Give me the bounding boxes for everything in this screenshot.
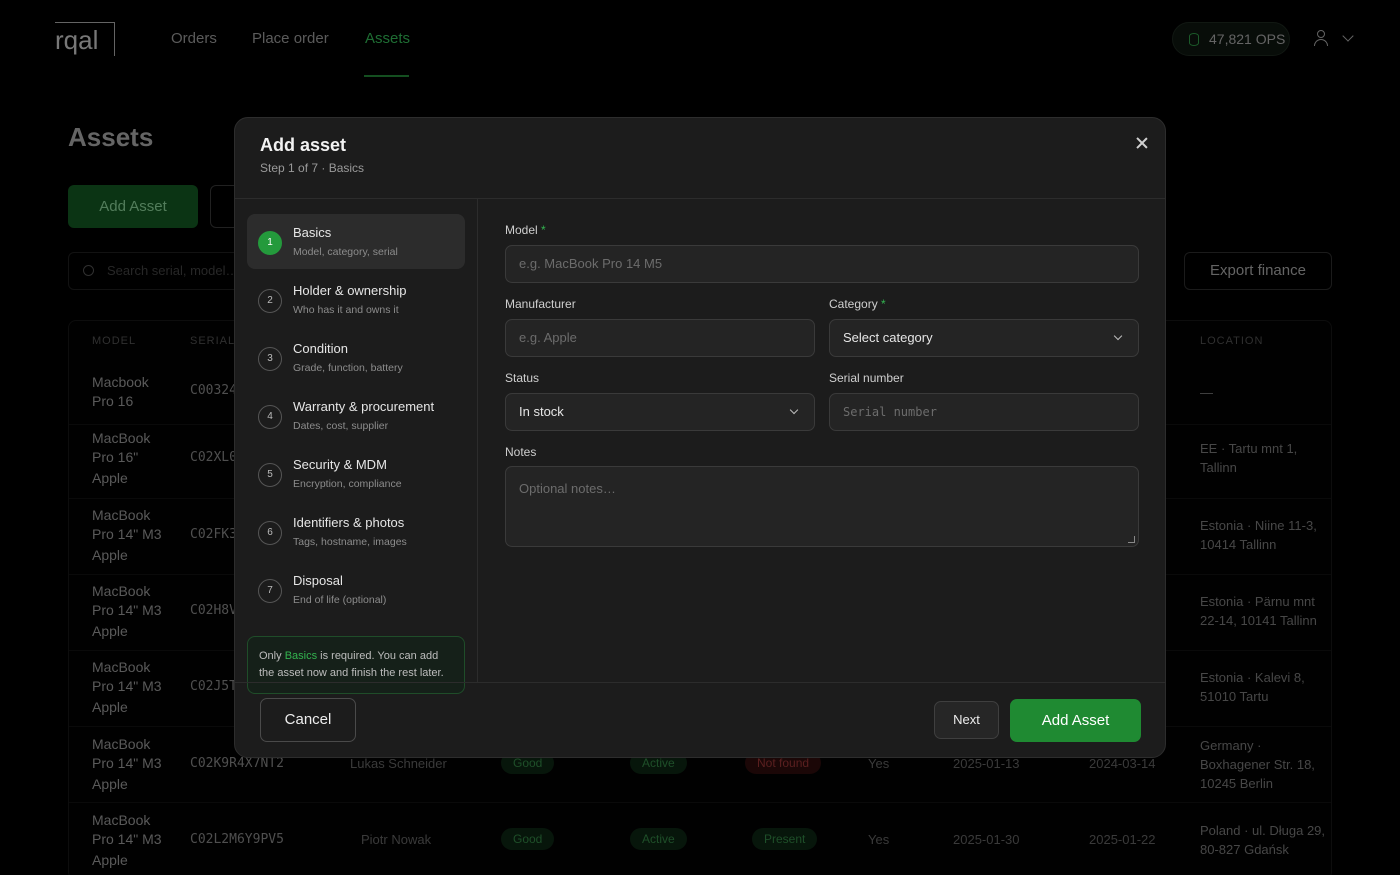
- notes-label: Notes: [505, 445, 537, 459]
- step-security-mdm[interactable]: 5 Security & MDM Encryption, compliance: [247, 446, 465, 501]
- step-condition[interactable]: 3 Condition Grade, function, battery: [247, 330, 465, 385]
- step-title: Condition: [293, 341, 348, 356]
- model-input[interactable]: e.g. MacBook Pro 14 M5: [505, 245, 1139, 283]
- notes-placeholder: Optional notes…: [519, 481, 616, 496]
- step-number: 2: [258, 289, 282, 313]
- step-title: Basics: [293, 225, 332, 240]
- manufacturer-input[interactable]: e.g. Apple: [505, 319, 815, 357]
- category-label: Category *: [829, 297, 886, 311]
- step-number: 3: [258, 347, 282, 371]
- step-title: Holder & ownership: [293, 283, 407, 298]
- category-select[interactable]: Select category: [829, 319, 1139, 357]
- step-number: 7: [258, 579, 282, 603]
- required-mark: *: [881, 297, 886, 311]
- serial-number-input[interactable]: Serial number: [829, 393, 1139, 431]
- sidebar-divider: [477, 199, 478, 682]
- cancel-button[interactable]: Cancel: [260, 698, 356, 742]
- step-description: Tags, hostname, images: [293, 536, 407, 548]
- step-description: Who has it and owns it: [293, 304, 399, 316]
- status-select[interactable]: In stock: [505, 393, 815, 431]
- footer-divider: [235, 682, 1165, 683]
- serial-number-label: Serial number: [829, 371, 904, 385]
- step-number: 4: [258, 405, 282, 429]
- add-asset-submit-button[interactable]: Add Asset: [1010, 699, 1141, 742]
- category-select-value: Select category: [843, 330, 933, 345]
- step-identifiers-photos[interactable]: 6 Identifiers & photos Tags, hostname, i…: [247, 504, 465, 559]
- notes-textarea[interactable]: Optional notes…: [505, 466, 1139, 547]
- step-warranty-procurement[interactable]: 4 Warranty & procurement Dates, cost, su…: [247, 388, 465, 443]
- step-title: Warranty & procurement: [293, 399, 435, 414]
- modal-step-indicator: Step 1 of 7 · Basics: [260, 161, 365, 175]
- step-title: Identifiers & photos: [293, 515, 405, 530]
- step-disposal[interactable]: 7 Disposal End of life (optional): [247, 562, 465, 617]
- step-description: Model, category, serial: [293, 246, 398, 258]
- chevron-down-icon: [1113, 331, 1123, 341]
- next-button[interactable]: Next: [934, 701, 999, 739]
- header-divider: [235, 198, 1165, 199]
- manufacturer-label: Manufacturer: [505, 297, 576, 311]
- step-number: 5: [258, 463, 282, 487]
- note-highlight: Basics: [284, 650, 318, 662]
- add-asset-modal: Add asset Step 1 of 7 · Basics 1 Basics …: [234, 117, 1166, 758]
- close-icon[interactable]: [1131, 133, 1153, 155]
- step-description: Grade, function, battery: [293, 362, 403, 374]
- chevron-down-icon: [789, 405, 799, 415]
- modal-title: Add asset: [260, 135, 347, 155]
- status-label: Status: [505, 371, 540, 385]
- step-basics[interactable]: 1 Basics Model, category, serial: [247, 214, 465, 269]
- resize-handle[interactable]: [1128, 536, 1135, 543]
- step-description: Encryption, compliance: [293, 478, 402, 490]
- note-prefix: Only: [259, 650, 285, 662]
- required-fields-note: Only Basics is required. You can add the…: [247, 636, 465, 694]
- step-description: End of life (optional): [293, 594, 387, 606]
- step-description: Dates, cost, supplier: [293, 420, 389, 432]
- step-number: 6: [258, 521, 282, 545]
- model-label: Model *: [505, 223, 546, 237]
- step-holder-ownership[interactable]: 2 Holder & ownership Who has it and owns…: [247, 272, 465, 327]
- step-number: 1: [258, 231, 282, 255]
- required-mark: *: [541, 223, 546, 237]
- step-title: Security & MDM: [293, 457, 387, 472]
- step-title: Disposal: [293, 573, 343, 588]
- status-select-value: In stock: [519, 404, 564, 419]
